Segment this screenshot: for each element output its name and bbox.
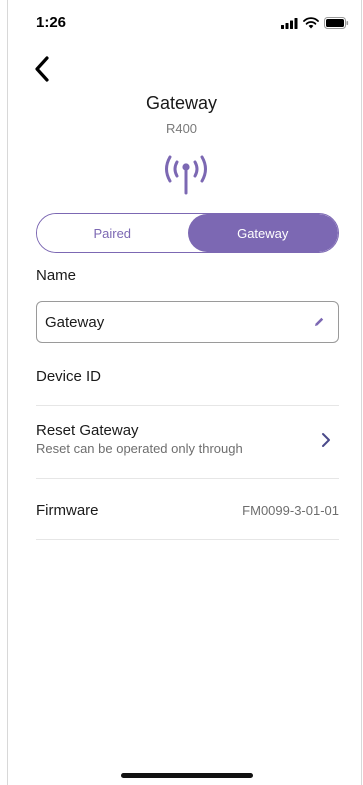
name-input[interactable] xyxy=(45,313,312,331)
signal-icon xyxy=(281,17,298,29)
divider xyxy=(36,539,339,540)
firmware-value: FM0099-3-01-01 xyxy=(242,503,339,518)
reset-gateway-title: Reset Gateway xyxy=(36,422,139,439)
name-field[interactable] xyxy=(36,301,339,343)
screen-border-left xyxy=(7,0,8,785)
status-time: 1:26 xyxy=(36,14,67,31)
device-model: R400 xyxy=(165,121,198,136)
screen-border-right xyxy=(361,0,362,785)
back-button[interactable] xyxy=(28,52,56,86)
status-icons xyxy=(281,17,349,29)
antenna-icon xyxy=(165,155,207,195)
segmented-control: Paired Gateway xyxy=(36,213,339,253)
firmware-label: Firmware xyxy=(36,502,99,519)
tab-gateway[interactable]: Gateway xyxy=(187,214,338,252)
pencil-icon[interactable] xyxy=(312,315,326,329)
chevron-left-icon xyxy=(35,56,49,82)
battery-icon xyxy=(324,17,349,29)
device-id-label: Device ID xyxy=(36,368,102,385)
home-indicator xyxy=(121,773,253,778)
device-title: Gateway xyxy=(145,93,218,113)
divider xyxy=(36,405,339,406)
reset-gateway-row[interactable]: Reset Gateway Reset can be operated only… xyxy=(36,420,339,464)
status-bar: 1:26 xyxy=(0,0,363,44)
name-label: Name xyxy=(36,267,77,284)
tab-paired[interactable]: Paired xyxy=(37,214,188,252)
chevron-right-icon xyxy=(322,433,330,447)
reset-gateway-subtitle: Reset can be operated only through xyxy=(36,441,243,456)
divider xyxy=(36,478,339,479)
wifi-icon xyxy=(303,17,319,29)
